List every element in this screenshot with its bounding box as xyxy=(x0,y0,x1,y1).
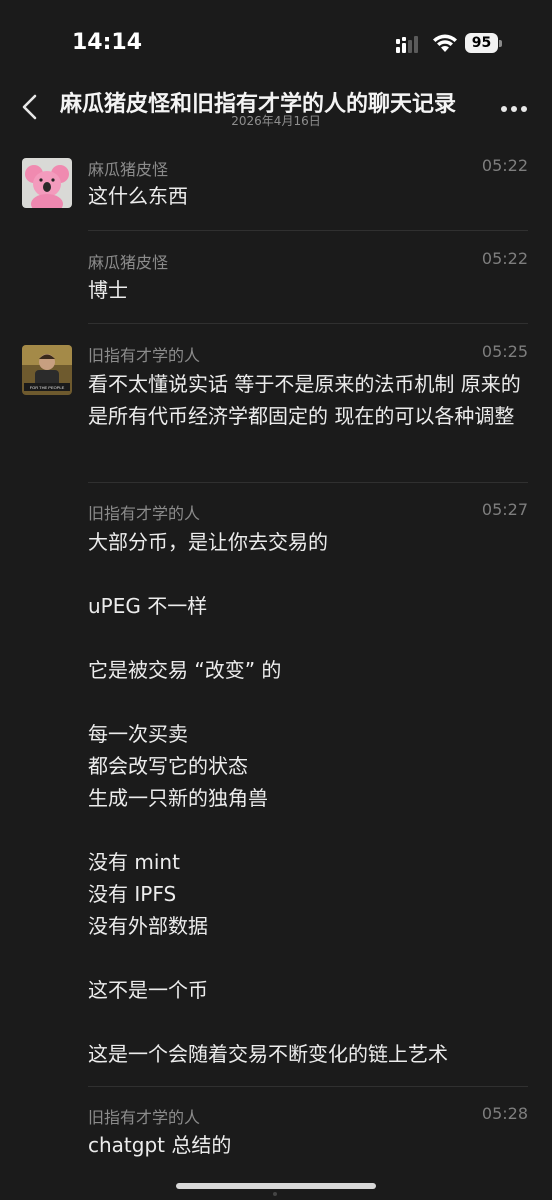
home-indicator[interactable] xyxy=(176,1183,376,1189)
avatar-pink-koala[interactable] xyxy=(22,158,72,208)
page-dot xyxy=(273,1192,277,1196)
avatar-person[interactable]: FOR THE PEOPLE xyxy=(22,345,72,395)
more-options-icon[interactable] xyxy=(500,104,528,114)
message-time: 05:27 xyxy=(481,500,528,519)
divider xyxy=(88,1086,528,1087)
message-text: chatgpt 总结的 xyxy=(88,1133,232,1157)
chat-date: 2026年4月16日 xyxy=(231,114,321,128)
message-time: 05:25 xyxy=(481,342,528,361)
message-time: 05:28 xyxy=(481,1104,528,1123)
message-time: 05:22 xyxy=(481,156,528,175)
sender-name: 麻瓜猪皮怪 xyxy=(88,253,169,272)
message-text: 博士 xyxy=(88,278,128,302)
nav-bar: 麻瓜猪皮怪和旧指有才学的人的聊天记录 2026年4月16日 xyxy=(0,80,552,140)
message-time: 05:22 xyxy=(481,249,528,268)
divider xyxy=(88,230,528,231)
sender-name: 麻瓜猪皮怪 xyxy=(88,160,169,179)
message-text: 大部分币，是让你去交易的 uPEG 不一样 它是被交易 “改变” 的 每一次买卖… xyxy=(88,530,448,1066)
cellular-signal-icon xyxy=(396,36,418,53)
avatar-caption: FOR THE PEOPLE xyxy=(30,385,65,390)
divider xyxy=(88,482,528,483)
battery-icon: 95 xyxy=(465,33,502,55)
divider xyxy=(88,323,528,324)
wifi-icon xyxy=(433,34,457,52)
status-bar: 14:14 95 xyxy=(0,0,552,80)
status-time: 14:14 xyxy=(72,30,143,55)
sender-name: 旧指有才学的人 xyxy=(88,346,201,365)
battery-level: 95 xyxy=(465,33,498,53)
message-text: 这什么东西 xyxy=(88,184,188,208)
message-text: 看不太懂说实话 等于不是原来的法币机制 原来的是所有代币经济学都固定的 现在的可… xyxy=(88,372,521,428)
sender-name: 旧指有才学的人 xyxy=(88,1108,201,1127)
sender-name: 旧指有才学的人 xyxy=(88,504,201,523)
